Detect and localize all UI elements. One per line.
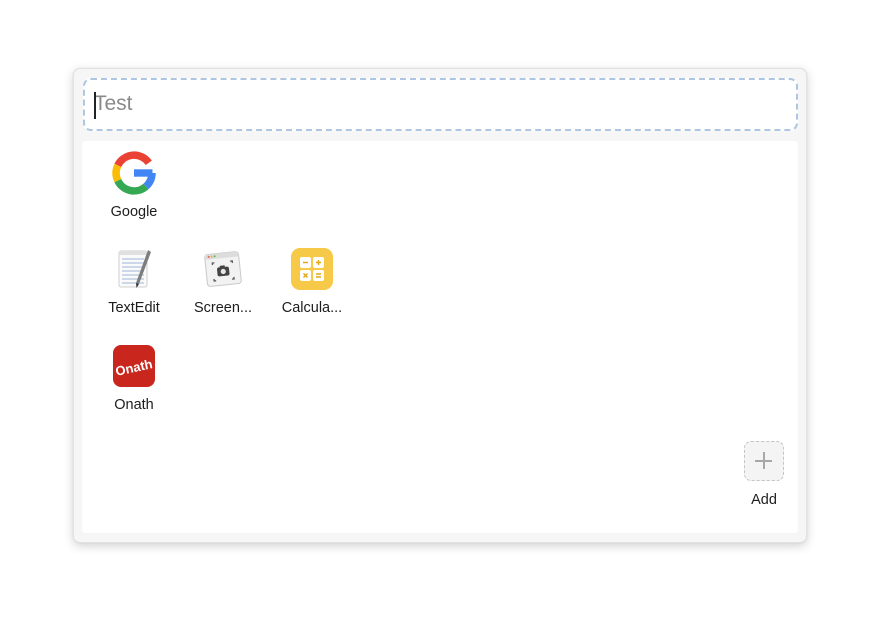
app-grid: Google TextEdit Screen... Calcula... Ona…	[82, 141, 798, 533]
app-onath[interactable]: Onath Onath	[94, 344, 174, 413]
app-screenshot[interactable]: Screen...	[183, 247, 263, 316]
search-input[interactable]	[94, 89, 774, 119]
app-calculator[interactable]: Calcula...	[272, 247, 352, 316]
onath-icon: Onath	[112, 344, 156, 388]
app-google[interactable]: Google	[94, 151, 174, 220]
launcher-panel: Google TextEdit	[73, 68, 807, 543]
app-label: Google	[110, 204, 158, 220]
app-label: TextEdit	[108, 300, 160, 316]
textedit-icon	[112, 247, 156, 291]
plus-icon	[744, 441, 784, 481]
app-label: Screen...	[193, 300, 253, 316]
screenshot-icon	[201, 247, 245, 291]
app-label: Calcula...	[281, 300, 343, 316]
app-label: Onath	[114, 397, 154, 413]
add-app-button[interactable]: Add	[724, 441, 804, 508]
add-label: Add	[751, 492, 777, 508]
app-textedit[interactable]: TextEdit	[94, 247, 174, 316]
text-caret	[94, 92, 96, 119]
search-box[interactable]	[83, 78, 798, 131]
google-icon	[112, 151, 156, 195]
calculator-icon	[290, 247, 334, 291]
